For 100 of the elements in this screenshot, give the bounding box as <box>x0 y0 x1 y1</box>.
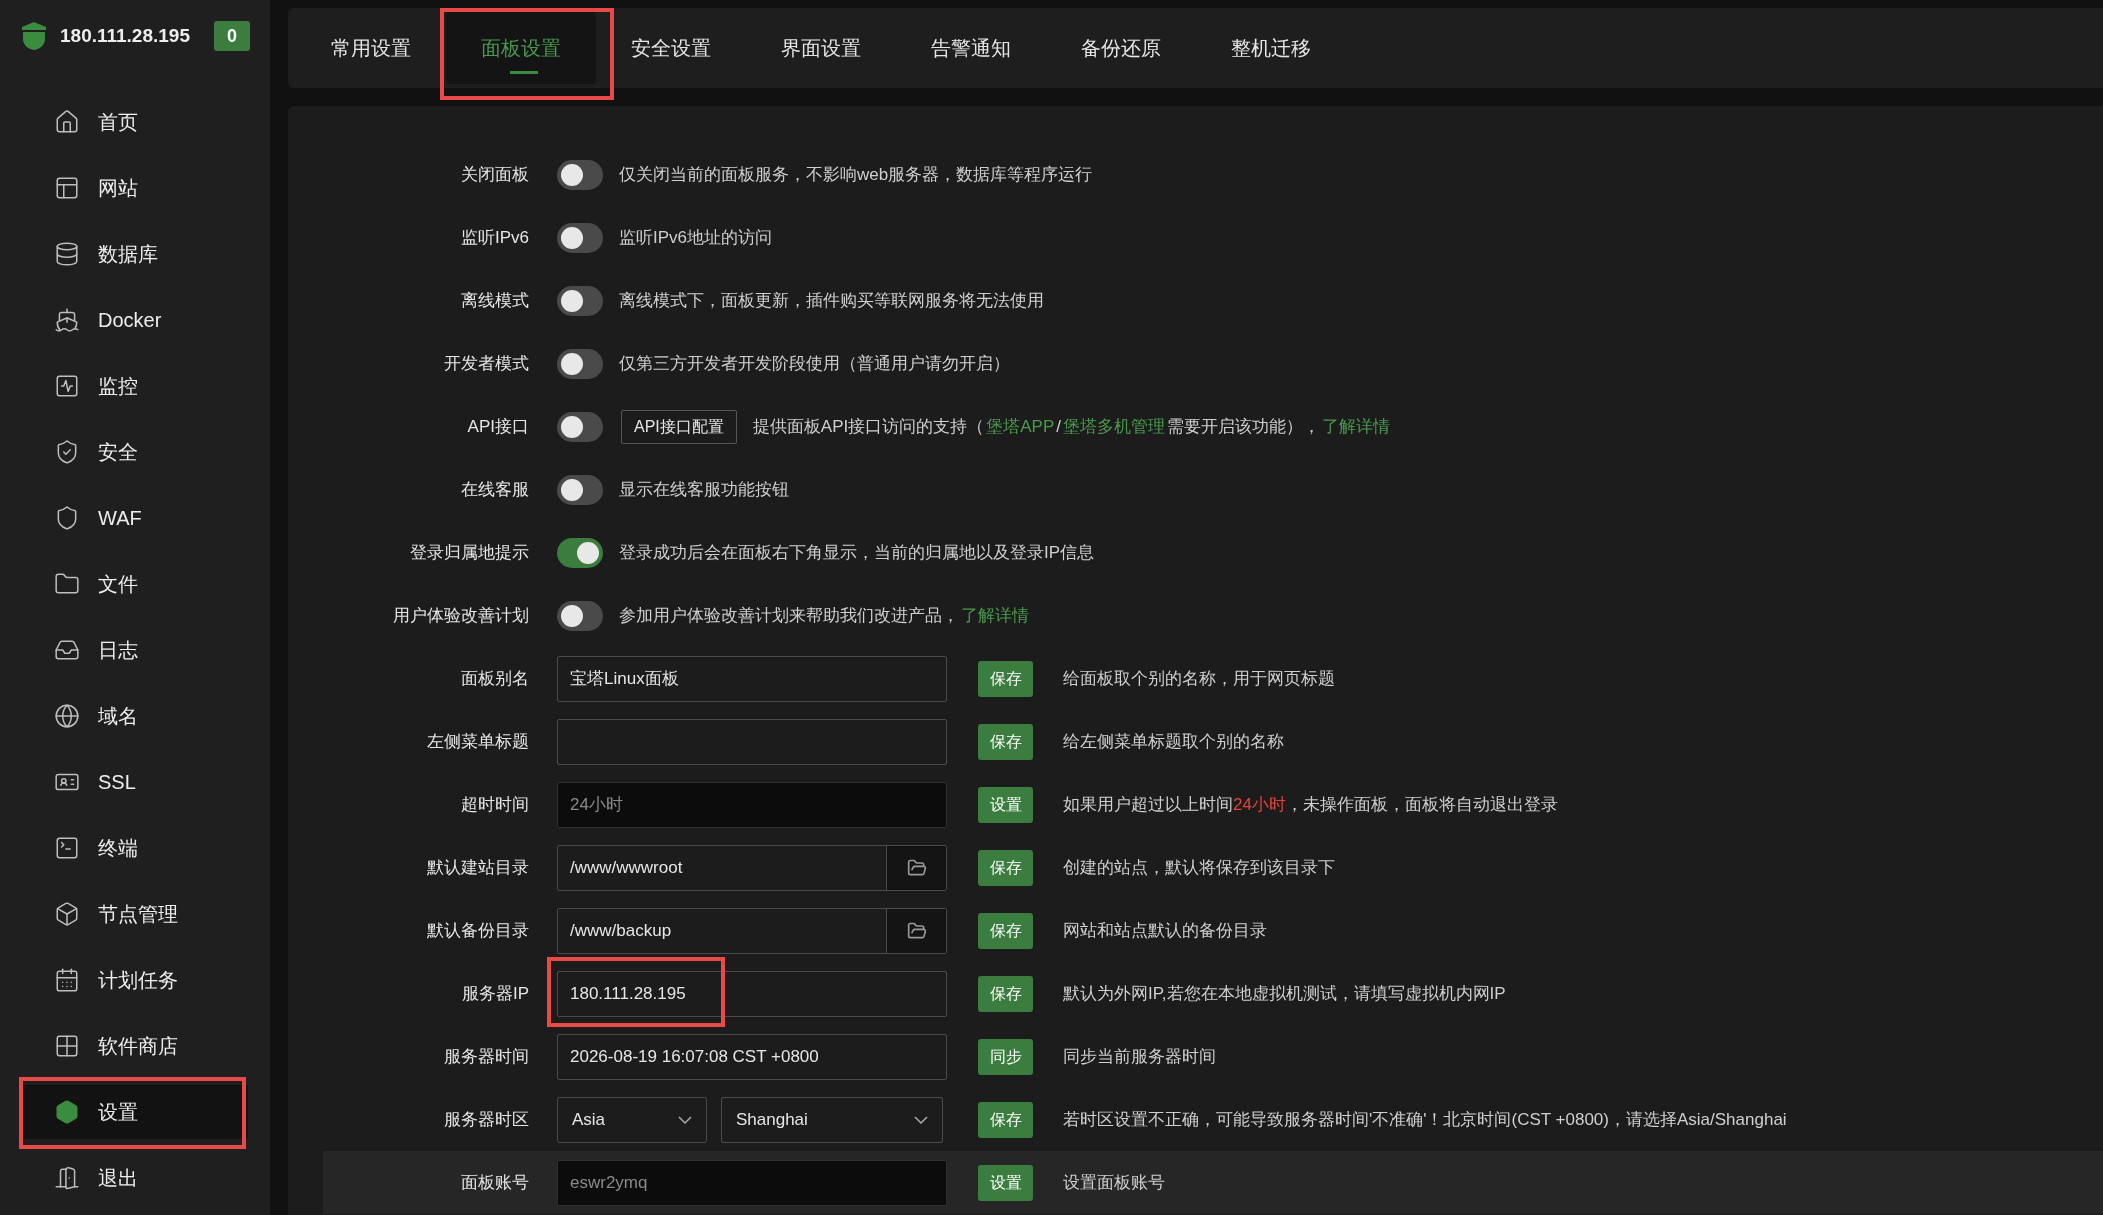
setting-label: 超时时间 <box>460 793 529 816</box>
setting-label: 服务器时区 <box>443 1108 529 1131</box>
count-badge: 0 <box>214 21 250 51</box>
sidebar-item[interactable]: 终端 <box>22 821 248 875</box>
sidebar-item[interactable]: 数据库 <box>22 227 248 281</box>
chart-icon <box>54 373 80 399</box>
sidebar-item[interactable]: 计划任务 <box>22 953 248 1007</box>
sidebar-item[interactable]: 网站 <box>22 161 248 215</box>
sidebar-item[interactable]: 设置 <box>22 1085 248 1139</box>
setting-description: 显示在线客服功能按钮 <box>619 478 789 501</box>
sidebar-item[interactable]: Docker <box>22 293 248 347</box>
action-button[interactable]: 保存 <box>978 1101 1033 1138</box>
settings-tab[interactable]: 告警通知 <box>896 12 1046 84</box>
path-field[interactable]: /www/wwwroot <box>557 844 947 891</box>
action-button[interactable]: 保存 <box>978 660 1033 697</box>
action-button[interactable]: 设置 <box>978 1164 1033 1201</box>
region-select[interactable]: Asia <box>557 1096 707 1143</box>
action-button[interactable]: 同步 <box>978 1038 1033 1075</box>
setting-description: 默认为外网IP,若您在本地虚拟机测试，请填写虚拟机内网IP <box>1063 982 1506 1005</box>
settings-tab[interactable]: 整机迁移 <box>1196 12 1346 84</box>
setting-description: 提供面板API接口访问的支持（堡塔APP/堡塔多机管理需要开启该功能），了解详情 <box>752 415 1391 438</box>
window-icon <box>54 175 80 201</box>
chevron-down-icon <box>678 1115 692 1124</box>
city-select[interactable]: Shanghai <box>721 1096 943 1143</box>
settings-tab[interactable]: 界面设置 <box>746 12 896 84</box>
settings-tab[interactable]: 常用设置 <box>296 12 446 84</box>
setting-description: 同步当前服务器时间 <box>1063 1045 1216 1068</box>
text-field[interactable]: 180.111.28.195 <box>557 970 947 1017</box>
toggle-switch[interactable] <box>557 600 603 631</box>
sidebar-item[interactable]: WAF <box>22 491 248 545</box>
details-link[interactable]: 了解详情 <box>1321 416 1390 436</box>
sidebar-item[interactable]: SSL <box>22 755 248 809</box>
toggle-switch[interactable] <box>557 348 603 379</box>
sidebar-item[interactable]: 退出 <box>22 1151 248 1205</box>
action-button[interactable]: 保存 <box>978 849 1033 886</box>
terminal-icon <box>54 835 80 861</box>
database-icon <box>54 241 80 267</box>
toggle-switch[interactable] <box>557 285 603 316</box>
sidebar-item[interactable]: 监控 <box>22 359 248 413</box>
action-button[interactable]: 保存 <box>978 723 1033 760</box>
setting-description: 仅第三方开发者开发阶段使用（普通用户请勿开启） <box>619 352 1010 375</box>
setting-description: 若时区设置不正确，可能导致服务器时间'不准确'！北京时间(CST +0800)，请选择Asia/Shanghai <box>1063 1108 1787 1131</box>
setting-description: 仅关闭当前的面板服务，不影响web服务器，数据库等程序运行 <box>619 163 1093 186</box>
setting-label: 默认备份目录 <box>426 919 529 942</box>
details-link[interactable]: 堡塔APP <box>986 416 1055 436</box>
sidebar-item[interactable]: 安全 <box>22 425 248 479</box>
globe-icon <box>54 703 80 729</box>
door-icon <box>54 1165 80 1191</box>
setting-label: 关闭面板 <box>460 163 529 186</box>
grid-icon <box>54 1033 80 1059</box>
setting-description: 设置面板账号 <box>1063 1171 1165 1194</box>
settings-tab[interactable]: 备份还原 <box>1046 12 1196 84</box>
text-field[interactable]: eswr2ymq <box>557 1159 947 1206</box>
details-link[interactable]: 堡塔多机管理 <box>1062 416 1165 436</box>
sidebar-item[interactable]: 日志 <box>22 623 248 677</box>
text-field[interactable]: 24小时 <box>557 781 947 828</box>
setting-label: 开发者模式 <box>443 352 529 375</box>
details-link[interactable]: 了解详情 <box>961 605 1029 625</box>
setting-label: 在线客服 <box>460 478 529 501</box>
sidebar-item[interactable]: 首页 <box>22 95 248 149</box>
logo-icon <box>20 21 48 51</box>
path-field[interactable]: /www/backup <box>557 907 947 954</box>
setting-description: 创建的站点，默认将保存到该目录下 <box>1063 856 1335 879</box>
toggle-switch[interactable] <box>557 159 603 190</box>
setting-description: 参加用户体验改善计划来帮助我们改进产品，了解详情 <box>619 604 1030 627</box>
setting-label: 登录归属地提示 <box>409 541 529 564</box>
setting-label: 离线模式 <box>460 289 529 312</box>
text-field[interactable] <box>557 718 947 765</box>
setting-description: 如果用户超过以上时间24小时，未操作面板，面板将自动退出登录 <box>1063 793 1558 816</box>
setting-label: 服务器IP <box>460 982 529 1005</box>
setting-label: 左侧菜单标题 <box>426 730 529 753</box>
toggle-switch[interactable] <box>557 222 603 253</box>
sidebar-item[interactable]: 软件商店 <box>22 1019 248 1073</box>
ship-icon <box>54 307 80 333</box>
settings-tab[interactable]: 安全设置 <box>596 12 746 84</box>
setting-label: 默认建站目录 <box>426 856 529 879</box>
action-button[interactable]: 保存 <box>978 975 1033 1012</box>
setting-label: API接口 <box>466 415 529 438</box>
sidebar-item[interactable]: 文件 <box>22 557 248 611</box>
setting-label: 面板别名 <box>460 667 529 690</box>
api-config-button[interactable]: API接口配置 <box>621 409 737 444</box>
toggle-switch[interactable] <box>557 537 603 568</box>
sidebar-item[interactable]: 域名 <box>22 689 248 743</box>
text-field[interactable]: 2026-08-19 16:07:08 CST +0800 <box>557 1033 947 1080</box>
setting-description: 登录成功后会在面板右下角显示，当前的归属地以及登录IP信息 <box>619 541 1095 564</box>
settings-tab[interactable]: 面板设置 <box>446 12 596 84</box>
folder-icon[interactable] <box>906 857 927 878</box>
setting-label: 面板账号 <box>460 1171 529 1194</box>
action-button[interactable]: 设置 <box>978 786 1033 823</box>
setting-description: 监听IPv6地址的访问 <box>619 226 773 249</box>
toggle-switch[interactable] <box>557 411 603 442</box>
folder-icon[interactable] <box>906 920 927 941</box>
cube-icon <box>54 901 80 927</box>
toggle-switch[interactable] <box>557 474 603 505</box>
action-button[interactable]: 保存 <box>978 912 1033 949</box>
text-field[interactable]: 宝塔Linux面板 <box>557 655 947 702</box>
setting-description: 网站和站点默认的备份目录 <box>1063 919 1267 942</box>
setting-label: 监听IPv6 <box>459 226 529 249</box>
setting-description: 离线模式下，面板更新，插件购买等联网服务将无法使用 <box>619 289 1044 312</box>
sidebar-item[interactable]: 节点管理 <box>22 887 248 941</box>
